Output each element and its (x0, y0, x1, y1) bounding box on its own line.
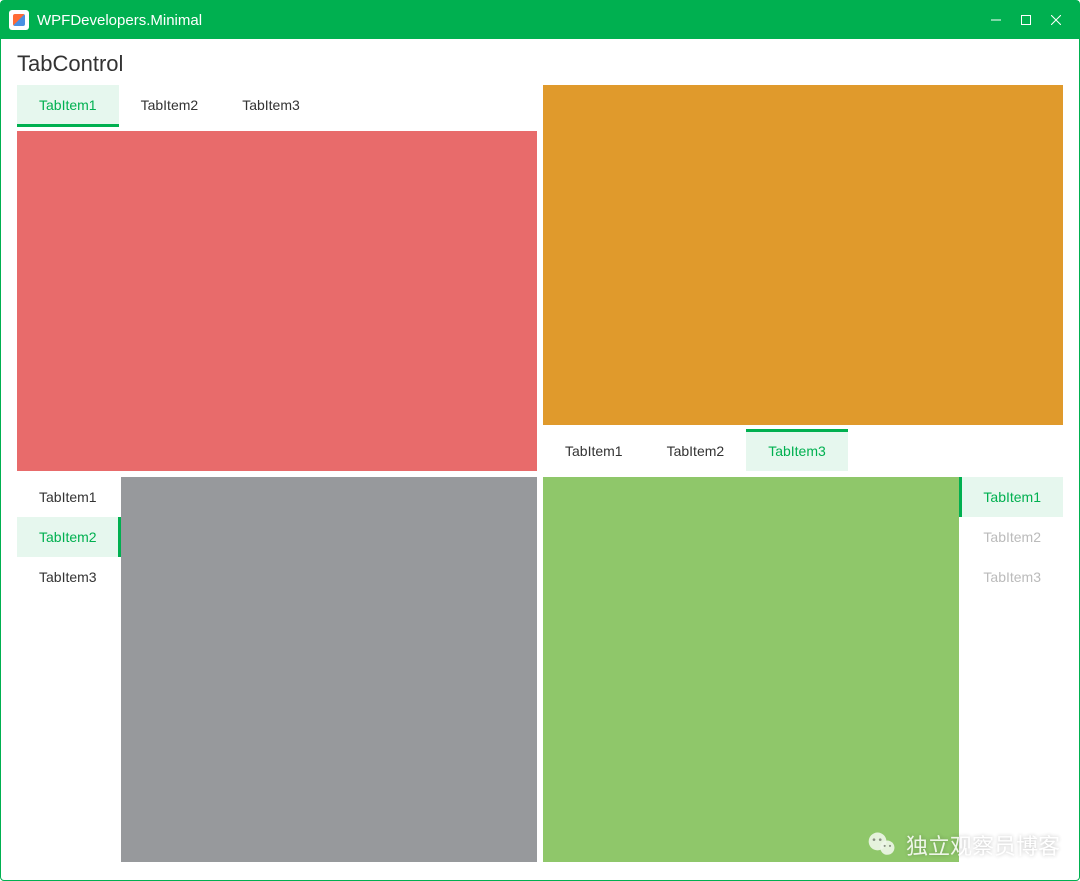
tab-tabitem2[interactable]: TabItem2 (645, 431, 747, 471)
wechat-icon (866, 829, 898, 861)
tabstrip: TabItem1 TabItem2 TabItem3 (543, 431, 1063, 471)
close-button[interactable] (1041, 5, 1071, 35)
tabstrip: TabItem1 TabItem2 TabItem3 (17, 477, 119, 863)
page-title: TabControl (17, 51, 1063, 77)
tabcontrol-top: TabItem1 TabItem2 TabItem3 (17, 85, 537, 471)
tab-tabitem1[interactable]: TabItem1 (17, 85, 119, 125)
tabstrip: TabItem1 TabItem2 TabItem3 (17, 85, 537, 125)
app-icon (9, 10, 29, 30)
tabcontrol-left: TabItem1 TabItem2 TabItem3 (17, 477, 537, 863)
tabstrip: TabItem1 TabItem2 TabItem3 (961, 477, 1063, 863)
tab-tabitem1[interactable]: TabItem1 (961, 477, 1063, 517)
minimize-button[interactable] (981, 5, 1011, 35)
tab-tabitem1[interactable]: TabItem1 (17, 477, 119, 517)
tab-tabitem3[interactable]: TabItem3 (961, 557, 1063, 597)
tab-content (543, 85, 1063, 425)
tab-tabitem2[interactable]: TabItem2 (17, 517, 119, 557)
tab-tabitem1[interactable]: TabItem1 (543, 431, 645, 471)
tab-tabitem3[interactable]: TabItem3 (746, 431, 848, 471)
tab-content (543, 477, 959, 863)
tabcontrol-right: TabItem1 TabItem2 TabItem3 (543, 477, 1063, 863)
tab-tabitem2[interactable]: TabItem2 (119, 85, 221, 125)
tab-content (121, 477, 537, 863)
tab-tabitem3[interactable]: TabItem3 (220, 85, 322, 125)
maximize-button[interactable] (1011, 5, 1041, 35)
app-title: WPFDevelopers.Minimal (37, 12, 981, 29)
titlebar: WPFDevelopers.Minimal (1, 1, 1079, 39)
tab-tabitem3[interactable]: TabItem3 (17, 557, 119, 597)
tabcontrol-bottom: TabItem1 TabItem2 TabItem3 (543, 85, 1063, 471)
content-area: TabControl TabItem1 TabItem2 TabItem3 Ta… (1, 39, 1079, 880)
watermark: 独立观察员博客 (866, 829, 1060, 861)
grid-layout: TabItem1 TabItem2 TabItem3 TabItem1 TabI… (17, 85, 1063, 862)
tab-tabitem2[interactable]: TabItem2 (961, 517, 1063, 557)
watermark-text: 独立观察员博客 (906, 829, 1060, 861)
window-controls (981, 5, 1071, 35)
tab-content (17, 131, 537, 471)
